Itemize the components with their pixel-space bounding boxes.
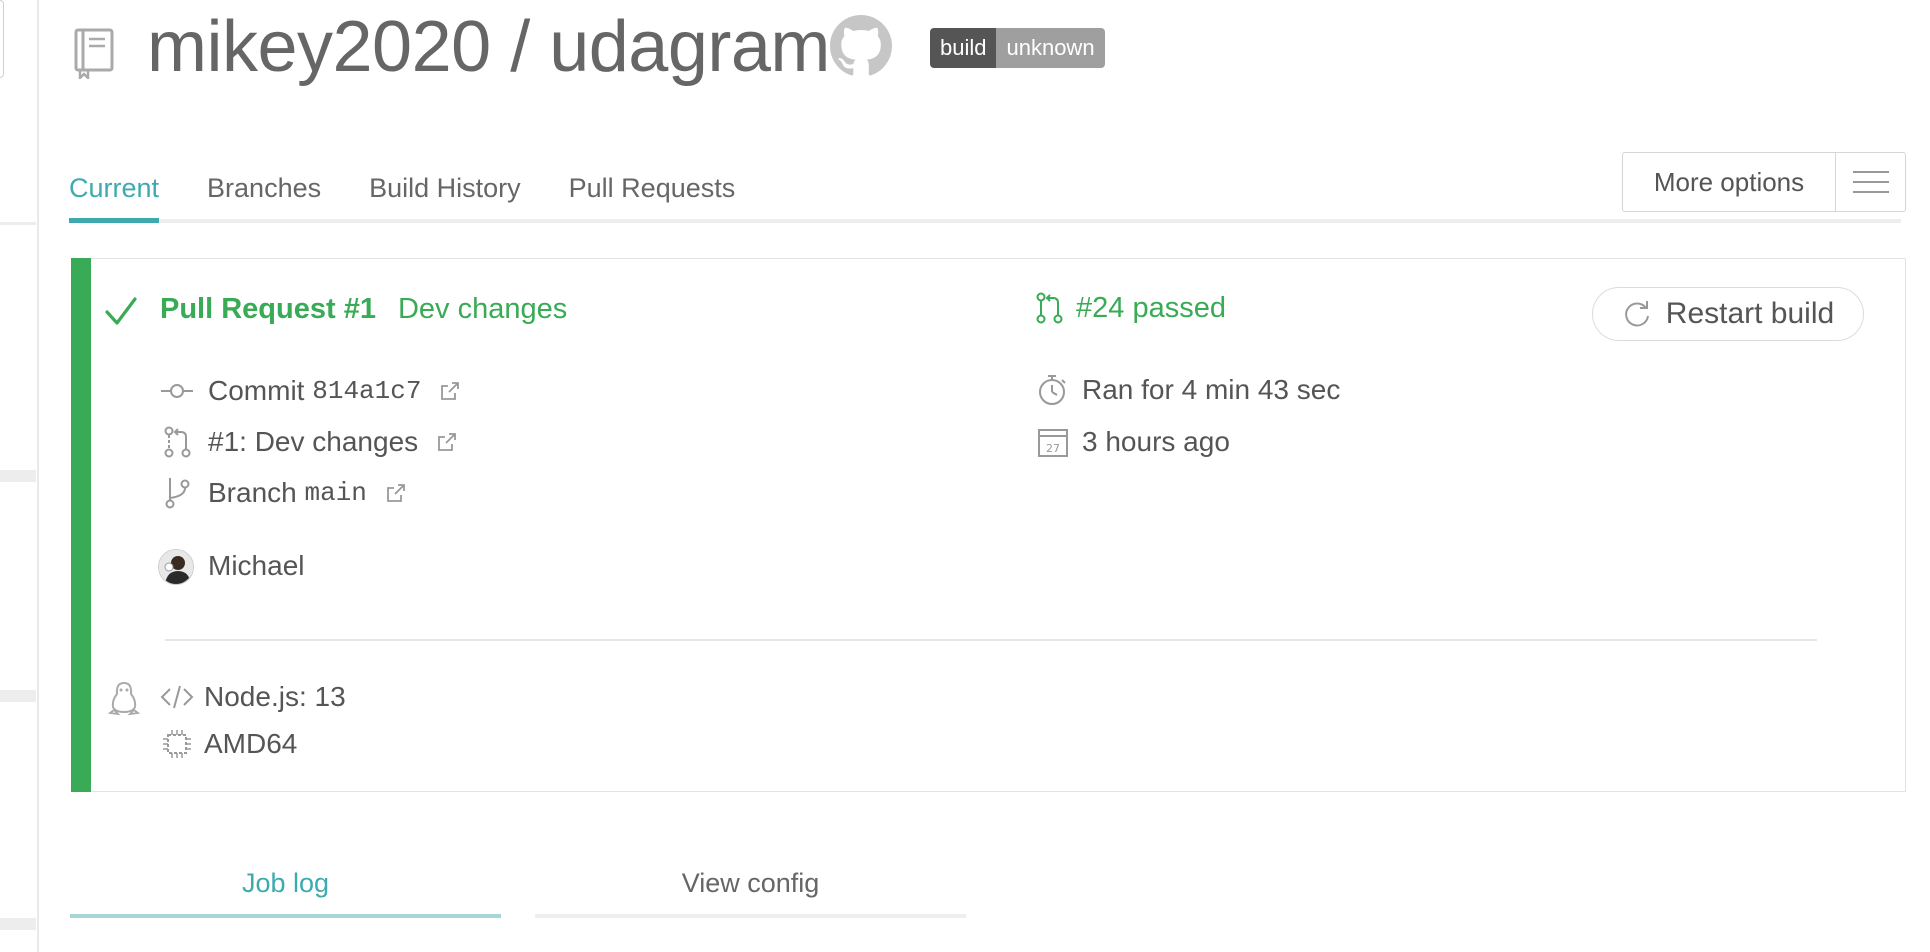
sidebar-strip <box>0 0 39 952</box>
tab-branches[interactable]: Branches <box>207 168 321 224</box>
tab-build-history[interactable]: Build History <box>369 168 521 224</box>
repo-owner[interactable]: mikey2020 <box>147 7 491 87</box>
passed-status-bar <box>71 258 91 792</box>
github-icon[interactable] <box>830 15 892 77</box>
sidebar-divider <box>0 918 36 930</box>
repo-name[interactable]: udagram <box>549 7 830 87</box>
sidebar-search-edge[interactable] <box>0 0 4 78</box>
repository-icon <box>74 28 114 79</box>
calendar-icon: 27 <box>1038 429 1068 457</box>
author-name[interactable]: Michael <box>208 548 304 584</box>
branch-icon <box>165 478 190 509</box>
arch-row: AMD64 <box>160 727 297 761</box>
cpu-icon <box>163 730 191 758</box>
build-status-row[interactable]: #24 passed <box>1032 291 1226 325</box>
calendar-day: 27 <box>1046 442 1060 455</box>
branch-name[interactable]: main <box>305 478 367 508</box>
language-row: Node.js: 13 <box>160 680 346 714</box>
language-version: Node.js: 13 <box>204 681 346 712</box>
repo-separator: / <box>490 7 550 87</box>
pull-request-link[interactable]: #1: Dev changes <box>208 426 418 458</box>
commit-row[interactable]: Commit 814a1c7 <box>160 374 461 408</box>
commit-icon <box>161 384 193 398</box>
build-title[interactable]: Pull Request #1 Dev changes <box>160 290 567 328</box>
tab-job-log[interactable]: Job log <box>70 862 501 918</box>
repo-tabs: Current Branches Build History Pull Requ… <box>69 168 783 224</box>
pull-request-row[interactable]: #1: Dev changes <box>160 425 458 459</box>
sidebar-divider <box>0 470 36 482</box>
commit-label: Commit <box>208 375 305 406</box>
card-divider <box>165 639 1817 641</box>
checkmark-icon <box>105 297 137 325</box>
build-duration: Ran for 4 min 43 sec <box>1082 374 1341 405</box>
more-options-label[interactable]: More options <box>1623 153 1836 211</box>
tab-view-config-label[interactable]: View config <box>682 868 820 898</box>
branch-label: Branch <box>208 477 297 508</box>
build-number-status[interactable]: #24 passed <box>1076 292 1226 325</box>
tab-view-config-underline <box>535 914 966 918</box>
tab-job-log-label[interactable]: Job log <box>242 868 329 898</box>
stopwatch-icon <box>1039 375 1066 405</box>
badge-label: build <box>930 28 997 68</box>
external-link-icon[interactable] <box>439 380 461 402</box>
pr-title[interactable]: Dev changes <box>398 293 567 325</box>
linux-icon <box>108 681 140 716</box>
external-link-icon[interactable] <box>436 431 458 453</box>
repo-title[interactable]: mikey2020 / udagram <box>147 2 830 92</box>
commit-sha[interactable]: 814a1c7 <box>312 376 421 406</box>
tab-pull-requests[interactable]: Pull Requests <box>569 168 736 224</box>
avatar <box>158 549 194 585</box>
restart-icon <box>1624 301 1649 327</box>
tab-job-log-underline <box>70 914 501 918</box>
build-finished-time: 3 hours ago <box>1082 426 1230 457</box>
branch-row[interactable]: Branch main <box>160 476 407 510</box>
code-icon <box>160 685 194 709</box>
sidebar-divider <box>0 222 36 225</box>
more-options-button[interactable]: More options <box>1622 152 1906 212</box>
tab-view-config[interactable]: View config <box>535 862 966 918</box>
badge-value: unknown <box>996 28 1105 68</box>
restart-build-button[interactable]: Restart build <box>1592 287 1864 341</box>
pr-number[interactable]: Pull Request #1 <box>160 293 376 325</box>
finished-row: 27 3 hours ago <box>1036 425 1230 459</box>
build-status-badge[interactable]: build unknown <box>930 28 1105 68</box>
hamburger-icon[interactable] <box>1836 153 1905 211</box>
architecture: AMD64 <box>204 728 298 759</box>
duration-row: Ran for 4 min 43 sec <box>1036 373 1340 407</box>
sidebar-divider <box>0 690 36 702</box>
tab-current[interactable]: Current <box>69 168 160 224</box>
pull-request-icon <box>164 426 191 458</box>
external-link-icon[interactable] <box>385 482 407 504</box>
restart-build-label[interactable]: Restart build <box>1666 297 1834 331</box>
pull-request-icon <box>1036 292 1063 324</box>
